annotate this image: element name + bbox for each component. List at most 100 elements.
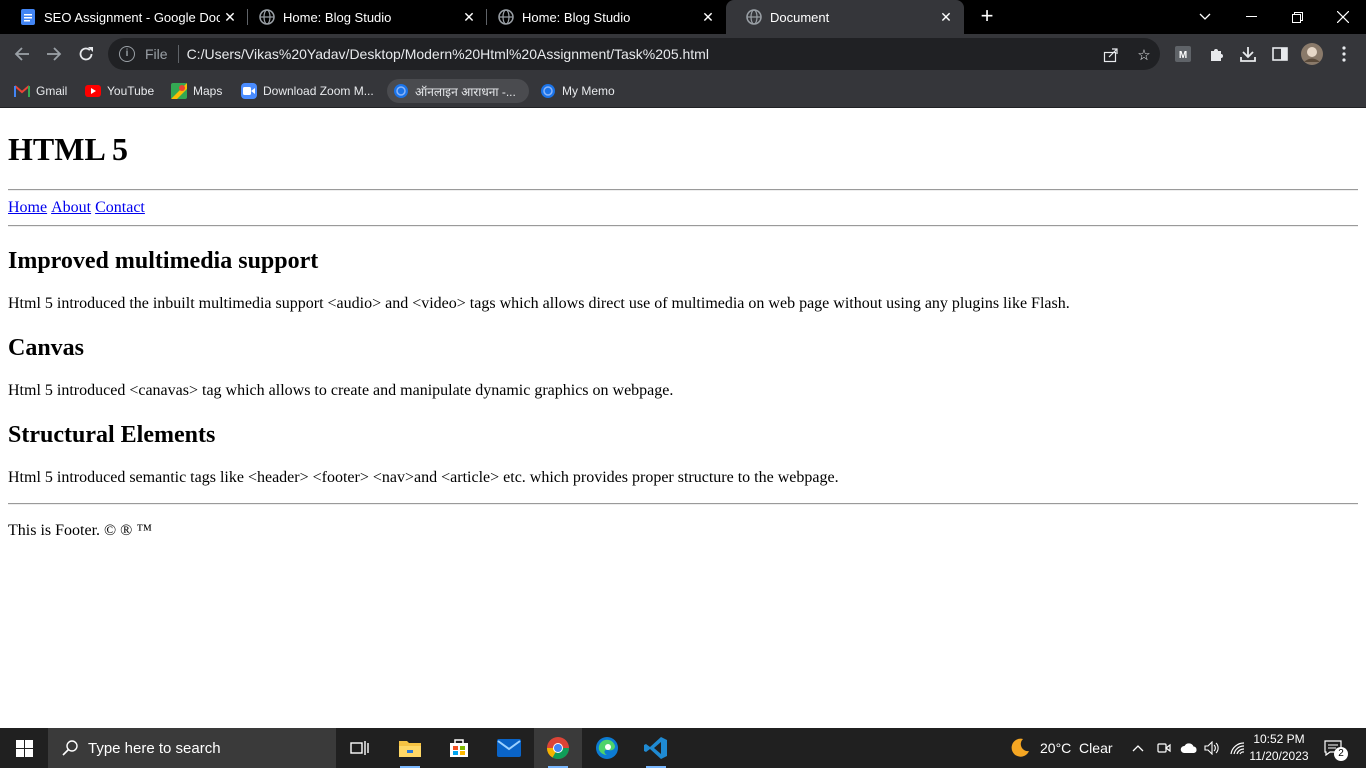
system-clock[interactable]: 10:52 PM 11/20/2023 — [1248, 731, 1310, 765]
microsoft-store-icon[interactable] — [435, 728, 483, 768]
tab-blog-studio-1[interactable]: Home: Blog Studio ✕ — [239, 0, 487, 34]
tab-blog-studio-2[interactable]: Home: Blog Studio ✕ — [478, 0, 726, 34]
bookmarks-bar: Gmail YouTube Maps Download Zoom M... ऑन… — [0, 74, 1366, 108]
task-view-icon[interactable] — [336, 728, 384, 768]
divider — [8, 225, 1358, 227]
search-icon — [60, 738, 80, 758]
windows-logo-icon — [15, 739, 33, 757]
bookmark-zoom[interactable]: Download Zoom M... — [235, 79, 380, 103]
puzzle-icon[interactable] — [1207, 45, 1225, 63]
mail-icon[interactable] — [485, 728, 533, 768]
bookmark-label: Download Zoom M... — [263, 84, 374, 98]
info-icon[interactable]: i — [119, 46, 135, 62]
weather-widget[interactable]: 20°C Clear — [1008, 728, 1113, 768]
bookmark-youtube[interactable]: YouTube — [79, 79, 160, 103]
notification-icon: 2 — [1322, 737, 1348, 761]
close-icon[interactable]: ✕ — [698, 7, 718, 27]
globe-icon — [498, 9, 514, 25]
notification-count-badge: 2 — [1334, 747, 1348, 761]
gmail-icon — [14, 83, 30, 99]
browser-toolbar: i File C:/Users/Vikas%20Yadav/Desktop/Mo… — [0, 34, 1366, 74]
meet-now-icon[interactable] — [1157, 728, 1171, 768]
clock-date: 11/20/2023 — [1249, 749, 1309, 763]
star-icon[interactable]: ☆ — [1135, 46, 1153, 64]
minimize-button[interactable] — [1228, 0, 1274, 34]
tab-title: Home: Blog Studio — [522, 9, 631, 25]
section-heading: Structural Elements — [8, 422, 216, 448]
vscode-icon[interactable] — [632, 728, 680, 768]
section-heading: Improved multimedia support — [8, 248, 319, 274]
close-icon[interactable]: ✕ — [936, 7, 956, 27]
page-content: HTML 5 Home About Contact Improved multi… — [0, 109, 1366, 728]
tab-title: Document — [770, 9, 830, 25]
omnibox-divider — [177, 45, 179, 63]
restore-button[interactable] — [1274, 0, 1320, 34]
reload-button[interactable] — [72, 40, 100, 68]
forward-button[interactable] — [40, 40, 68, 68]
globe-icon — [540, 83, 556, 99]
divider — [8, 503, 1358, 505]
profile-avatar[interactable] — [1301, 43, 1323, 65]
tab-document[interactable]: Document ✕ — [726, 0, 964, 34]
bookmark-label: My Memo — [562, 84, 615, 98]
search-placeholder: Type here to search — [88, 739, 221, 757]
globe-icon — [393, 83, 409, 99]
section-text: Html 5 introduced <canavas> tag which al… — [8, 382, 674, 399]
globe-icon — [259, 9, 275, 25]
zoom-icon — [241, 83, 257, 99]
extension-m-icon[interactable]: M — [1174, 45, 1192, 63]
section-text: Html 5 introduced semantic tags like <he… — [8, 469, 839, 486]
weather-text: 20°C Clear — [1040, 740, 1113, 756]
new-tab-button[interactable]: + — [976, 5, 998, 27]
start-button[interactable] — [0, 728, 48, 768]
bookmark-label: Gmail — [36, 84, 68, 98]
tab-title: Home: Blog Studio — [283, 9, 392, 25]
footer-text: This is Footer. © ® ™ — [8, 522, 152, 539]
notification-center-button[interactable]: 2 — [1322, 728, 1348, 768]
windows-taskbar: Type here to search 20°C Clear 10:52 PM … — [0, 728, 1366, 768]
chrome-taskbar-icon[interactable] — [534, 728, 582, 768]
bookmark-my-memo[interactable]: My Memo — [534, 79, 621, 103]
svg-text:M: M — [1179, 50, 1187, 61]
bookmark-label: ऑनलाइन आराधना -... — [415, 84, 516, 99]
file-explorer-icon[interactable] — [386, 728, 434, 768]
youtube-icon — [85, 83, 101, 99]
onedrive-cloud-icon[interactable] — [1180, 728, 1198, 768]
page-nav: Home About Contact — [8, 191, 1358, 225]
clock-time: 10:52 PM — [1253, 732, 1305, 746]
tab-seo-assignment[interactable]: SEO Assignment - Google Docs ✕ — [0, 0, 248, 34]
volume-icon[interactable] — [1204, 728, 1220, 768]
globe-icon — [746, 9, 762, 25]
download-icon[interactable] — [1239, 45, 1257, 63]
close-icon[interactable]: ✕ — [459, 7, 479, 27]
tab-search-chevron-icon[interactable] — [1182, 0, 1228, 34]
close-icon[interactable]: ✕ — [220, 7, 240, 27]
edge-icon[interactable] — [583, 728, 631, 768]
back-button[interactable] — [8, 40, 36, 68]
taskbar-search-input[interactable]: Type here to search — [48, 728, 336, 768]
url-text[interactable]: C:/Users/Vikas%20Yadav/Desktop/Modern%20… — [187, 46, 709, 62]
bookmark-label: YouTube — [107, 84, 155, 98]
wifi-icon[interactable] — [1229, 728, 1245, 768]
side-panel-icon[interactable] — [1271, 45, 1289, 63]
menu-kebab-icon[interactable] — [1335, 45, 1353, 63]
scheme-label: File — [145, 46, 168, 62]
section-text: Html 5 introduced the inbuilt multimedia… — [8, 295, 1070, 312]
moon-icon — [1008, 736, 1032, 760]
close-window-button[interactable] — [1320, 0, 1366, 34]
bookmark-label: Maps — [193, 84, 223, 98]
bookmark-maps[interactable]: Maps — [165, 79, 228, 103]
google-docs-icon — [20, 9, 36, 25]
share-icon[interactable] — [1102, 46, 1120, 64]
nav-link-contact[interactable]: Contact — [95, 199, 145, 217]
page-title: HTML 5 — [8, 131, 129, 167]
nav-link-about[interactable]: About — [51, 199, 91, 217]
show-hidden-icons-chevron-icon[interactable] — [1132, 728, 1144, 768]
maps-icon — [171, 83, 187, 99]
bookmark-gmail[interactable]: Gmail — [8, 79, 73, 103]
nav-link-home[interactable]: Home — [8, 199, 47, 217]
bookmark-online-aradhana[interactable]: ऑनलाइन आराधना -... — [387, 79, 529, 103]
tab-strip: SEO Assignment - Google Docs ✕ Home: Blo… — [0, 0, 1366, 34]
address-bar[interactable]: i File C:/Users/Vikas%20Yadav/Desktop/Mo… — [108, 38, 1160, 70]
tab-title: SEO Assignment - Google Docs — [44, 9, 220, 25]
